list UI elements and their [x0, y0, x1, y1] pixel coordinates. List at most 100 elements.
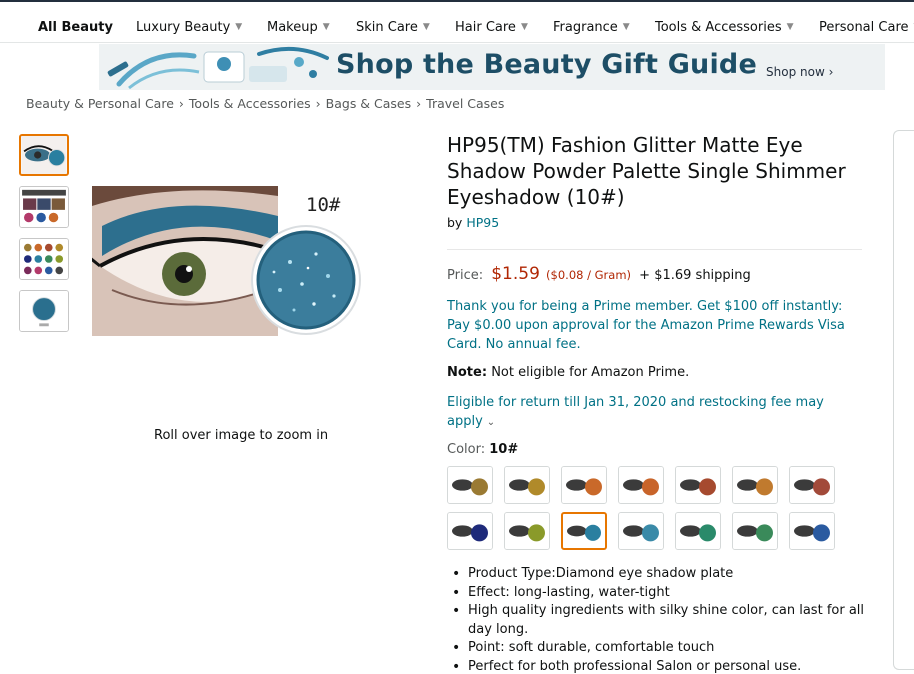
- banner-shop-now-link[interactable]: Shop now ›: [766, 65, 833, 79]
- feature-bullet: Perfect for both professional Salon or p…: [452, 658, 872, 674]
- nav-item-makeup[interactable]: Makeup ▼: [267, 20, 330, 35]
- color-chart-thumbnail-image: [20, 239, 68, 279]
- color-swatch[interactable]: [675, 466, 721, 504]
- banner-products-illustration: [99, 44, 329, 90]
- eye-shadow-thumbnail-image: [21, 136, 67, 174]
- swatch-image: [733, 467, 777, 503]
- thumbnail-1[interactable]: [19, 134, 69, 176]
- nav-item-label: Hair Care: [455, 20, 516, 35]
- glitter-pan-image: [251, 225, 361, 335]
- swatch-image: [448, 467, 492, 503]
- color-swatch[interactable]: [789, 512, 835, 550]
- color-swatch[interactable]: [789, 466, 835, 504]
- swatch-image: [733, 513, 777, 549]
- thumbnail-4[interactable]: [19, 290, 69, 332]
- prime-eligibility-note: Note: Not eligible for Amazon Prime.: [447, 365, 689, 380]
- color-swatch[interactable]: [561, 466, 607, 504]
- caret-down-icon: ▼: [422, 22, 430, 32]
- breadcrumb-link[interactable]: Tools & Accessories: [189, 96, 311, 111]
- swatch-image: [619, 513, 663, 549]
- returns-policy-link[interactable]: Eligible for return till Jan 31, 2020 an…: [447, 393, 867, 432]
- category-nav: All Beauty Luxury Beauty ▼ Makeup ▼ Skin C…: [0, 0, 914, 43]
- color-swatch[interactable]: [447, 512, 493, 550]
- collage-thumbnail-image: [20, 187, 68, 227]
- zoom-hint: Roll over image to zoom in: [154, 428, 329, 443]
- nav-item-all-beauty[interactable]: All Beauty: [38, 20, 113, 35]
- breadcrumb-separator: ›: [178, 96, 184, 111]
- nav-item-label: Skin Care: [356, 20, 418, 35]
- buy-box-panel: [893, 130, 914, 670]
- swatch-image: [619, 467, 663, 503]
- product-title: HP95(TM) Fashion Glitter Matte Eye Shado…: [447, 133, 846, 209]
- nav-item-label: Fragrance: [553, 20, 618, 35]
- breadcrumb-separator: ›: [315, 96, 321, 111]
- swatch-image: [505, 467, 549, 503]
- color-swatch[interactable]: [675, 512, 721, 550]
- thumbnail-3[interactable]: [19, 238, 69, 280]
- swatch-image: [505, 513, 549, 549]
- glitter-pan-thumbnail-image: [20, 291, 68, 331]
- thumbnail-2[interactable]: [19, 186, 69, 228]
- nav-item-fragrance[interactable]: Fragrance ▼: [553, 20, 630, 35]
- color-swatch-selected[interactable]: [561, 512, 607, 550]
- feature-bullet: Effect: long-lasting, water-tight: [452, 584, 872, 603]
- swatch-image: [563, 514, 605, 548]
- breadcrumb: Beauty & Personal Care › Tools & Accessori…: [26, 96, 504, 111]
- color-swatch[interactable]: [618, 466, 664, 504]
- color-swatch[interactable]: [732, 512, 778, 550]
- caret-down-icon: ▼: [786, 22, 794, 32]
- gift-guide-banner[interactable]: Shop the Beauty Gift Guide Shop now ›: [99, 44, 885, 90]
- breadcrumb-separator: ›: [416, 96, 422, 111]
- breadcrumb-link[interactable]: Bags & Cases: [326, 96, 411, 111]
- nav-item-skin-care[interactable]: Skin Care ▼: [356, 20, 430, 35]
- feature-bullet: High quality ingredients with silky shin…: [452, 602, 872, 639]
- color-swatch[interactable]: [732, 466, 778, 504]
- nav-item-label: All Beauty: [38, 20, 113, 35]
- feature-bullet: Product Type:Diamond eye shadow plate: [452, 565, 872, 584]
- breadcrumb-link[interactable]: Travel Cases: [426, 96, 504, 111]
- returns-text: Eligible for return till Jan 31, 2020 an…: [447, 395, 824, 429]
- swatch-image: [448, 513, 492, 549]
- brand-link[interactable]: HP95: [466, 215, 499, 230]
- unit-price: ($0.08 / Gram): [546, 268, 632, 282]
- caret-down-icon: ▼: [622, 22, 630, 32]
- price-row: Price: $1.59 ($0.08 / Gram) + $1.69 ship…: [447, 264, 751, 284]
- caret-down-icon: ▼: [520, 22, 528, 32]
- note-text: Not eligible for Amazon Prime.: [491, 365, 690, 380]
- image-shade-label: 10#: [306, 194, 341, 216]
- banner-headline: Shop the Beauty Gift Guide: [336, 49, 757, 80]
- price-label: Price:: [447, 268, 484, 283]
- color-swatch[interactable]: [504, 466, 550, 504]
- divider: [447, 249, 862, 250]
- color-swatch[interactable]: [618, 512, 664, 550]
- swatch-image: [676, 513, 720, 549]
- swatch-image: [562, 467, 606, 503]
- color-value: 10#: [489, 442, 519, 457]
- price-value: $1.59: [491, 264, 540, 284]
- main-product-image[interactable]: 10#: [92, 186, 372, 351]
- chevron-down-icon: ⌄: [486, 417, 496, 428]
- swatch-image: [676, 467, 720, 503]
- prime-visa-offer-link[interactable]: Thank you for being a Prime member. Get …: [447, 297, 867, 354]
- nav-item-label: Personal Care: [819, 20, 909, 35]
- nav-item-hair-care[interactable]: Hair Care ▼: [455, 20, 528, 35]
- caret-down-icon: ▼: [322, 22, 330, 32]
- nav-item-personal-care[interactable]: Personal Care▼: [819, 20, 914, 35]
- color-selection-label: Color: 10#: [447, 442, 518, 457]
- caret-down-icon: ▼: [235, 22, 243, 32]
- color-swatch[interactable]: [504, 512, 550, 550]
- nav-item-luxury-beauty[interactable]: Luxury Beauty ▼: [136, 20, 242, 35]
- feature-bullet: Point: soft durable, comfortable touch: [452, 639, 872, 658]
- breadcrumb-link[interactable]: Beauty & Personal Care: [26, 96, 174, 111]
- note-label: Note:: [447, 365, 488, 380]
- color-swatch[interactable]: [447, 466, 493, 504]
- shipping-cost: + $1.69 shipping: [639, 268, 751, 283]
- feature-bullets: Product Type:Diamond eye shadow plate Ef…: [452, 565, 872, 674]
- brand-byline: by HP95: [447, 215, 499, 230]
- nav-item-label: Tools & Accessories: [655, 20, 782, 35]
- nav-item-tools-accessories[interactable]: Tools & Accessories ▼: [655, 20, 794, 35]
- by-prefix: by: [447, 215, 463, 230]
- swatch-image: [790, 467, 834, 503]
- color-label: Color:: [447, 442, 486, 457]
- nav-item-label: Luxury Beauty: [136, 20, 231, 35]
